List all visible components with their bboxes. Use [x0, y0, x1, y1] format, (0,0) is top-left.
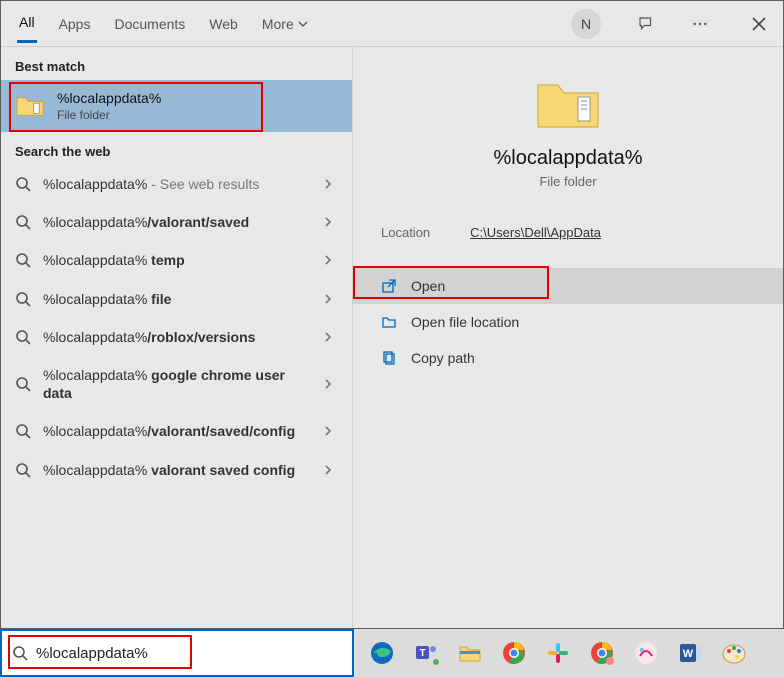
search-icon: [15, 176, 31, 192]
search-tabs: All Apps Documents Web More N: [1, 1, 783, 47]
tab-apps[interactable]: Apps: [57, 6, 93, 42]
web-result-item[interactable]: %localappdata%/valorant/saved: [1, 203, 352, 241]
tab-all[interactable]: All: [17, 4, 37, 43]
taskbar-slack[interactable]: [540, 635, 576, 671]
search-icon: [15, 462, 31, 478]
result-text: %localappdata% valorant saved config: [43, 461, 310, 479]
search-icon: [15, 376, 31, 392]
web-result-item[interactable]: %localappdata% file: [1, 280, 352, 318]
taskbar: T W: [354, 629, 784, 677]
folder-large-icon: [534, 75, 602, 133]
preview-subtitle: File folder: [353, 174, 783, 189]
result-text: %localappdata%/valorant/saved/config: [43, 422, 310, 440]
action-copy-path[interactable]: Copy path: [353, 340, 783, 376]
location-label: Location: [381, 225, 430, 240]
section-search-web: Search the web: [1, 132, 352, 165]
feedback-icon[interactable]: [637, 15, 655, 33]
chevron-right-icon[interactable]: [322, 425, 334, 437]
chevron-right-icon[interactable]: [322, 216, 334, 228]
chevron-right-icon[interactable]: [322, 378, 334, 390]
web-result-item[interactable]: %localappdata% temp: [1, 241, 352, 279]
user-avatar[interactable]: N: [571, 9, 601, 39]
chevron-right-icon[interactable]: [322, 464, 334, 476]
action-open-label: Open: [411, 278, 445, 294]
search-icon: [15, 291, 31, 307]
copy-icon: [381, 350, 397, 366]
tab-web[interactable]: Web: [207, 6, 240, 42]
tab-documents[interactable]: Documents: [112, 6, 187, 42]
best-match-title: %localappdata%: [57, 90, 161, 106]
folder-icon: [15, 93, 45, 119]
preview-title: %localappdata%: [353, 147, 783, 170]
chevron-right-icon[interactable]: [322, 178, 334, 190]
results-list: Best match %localappdata% File folder Se…: [1, 47, 353, 628]
web-result-item[interactable]: %localappdata% google chrome user data: [1, 356, 352, 412]
chevron-right-icon[interactable]: [322, 293, 334, 305]
svg-text:W: W: [683, 648, 694, 660]
best-match-item[interactable]: %localappdata% File folder: [1, 80, 352, 132]
chevron-down-icon: [298, 19, 308, 29]
taskbar-edge[interactable]: [364, 635, 400, 671]
windows-search-panel: All Apps Documents Web More N Best match…: [0, 0, 784, 629]
result-text: %localappdata% temp: [43, 251, 310, 269]
result-text: %localappdata% - See web results: [43, 175, 310, 193]
preview-pane: %localappdata% File folder Location C:\U…: [353, 47, 783, 628]
action-copy-path-label: Copy path: [411, 350, 475, 366]
search-input[interactable]: [36, 645, 342, 662]
search-icon: [12, 645, 28, 661]
action-list: Open Open file location Copy path: [353, 268, 783, 376]
action-open-location[interactable]: Open file location: [353, 304, 783, 340]
search-icon: [15, 329, 31, 345]
action-open[interactable]: Open: [353, 268, 783, 304]
taskbar-file-explorer[interactable]: [452, 635, 488, 671]
taskbar-teams[interactable]: T: [408, 635, 444, 671]
tab-more[interactable]: More: [260, 6, 310, 42]
search-icon: [15, 252, 31, 268]
folder-open-icon: [381, 314, 397, 330]
result-text: %localappdata%/valorant/saved: [43, 213, 310, 231]
chevron-right-icon[interactable]: [322, 331, 334, 343]
result-text: %localappdata% google chrome user data: [43, 366, 310, 402]
taskbar-chrome[interactable]: [496, 635, 532, 671]
taskbar-app-pink[interactable]: [628, 635, 664, 671]
svg-text:T: T: [419, 648, 425, 659]
section-best-match: Best match: [1, 47, 352, 80]
taskbar-word[interactable]: W: [672, 635, 708, 671]
open-icon: [381, 278, 397, 294]
taskbar-chrome-canary[interactable]: [584, 635, 620, 671]
web-result-item[interactable]: %localappdata% - See web results: [1, 165, 352, 203]
chevron-right-icon[interactable]: [322, 254, 334, 266]
search-bar[interactable]: [0, 629, 354, 677]
result-text: %localappdata%/roblox/versions: [43, 328, 310, 346]
location-row: Location C:\Users\Dell\AppData: [353, 207, 783, 258]
result-text: %localappdata% file: [43, 290, 310, 308]
web-result-item[interactable]: %localappdata%/roblox/versions: [1, 318, 352, 356]
search-icon: [15, 214, 31, 230]
action-open-location-label: Open file location: [411, 314, 519, 330]
more-options-icon[interactable]: [691, 15, 709, 33]
web-result-item[interactable]: %localappdata% valorant saved config: [1, 451, 352, 489]
web-result-item[interactable]: %localappdata%/valorant/saved/config: [1, 412, 352, 450]
close-icon[interactable]: [751, 16, 767, 32]
taskbar-paint[interactable]: [716, 635, 752, 671]
best-match-subtitle: File folder: [57, 108, 161, 122]
location-link[interactable]: C:\Users\Dell\AppData: [470, 225, 601, 240]
search-icon: [15, 423, 31, 439]
